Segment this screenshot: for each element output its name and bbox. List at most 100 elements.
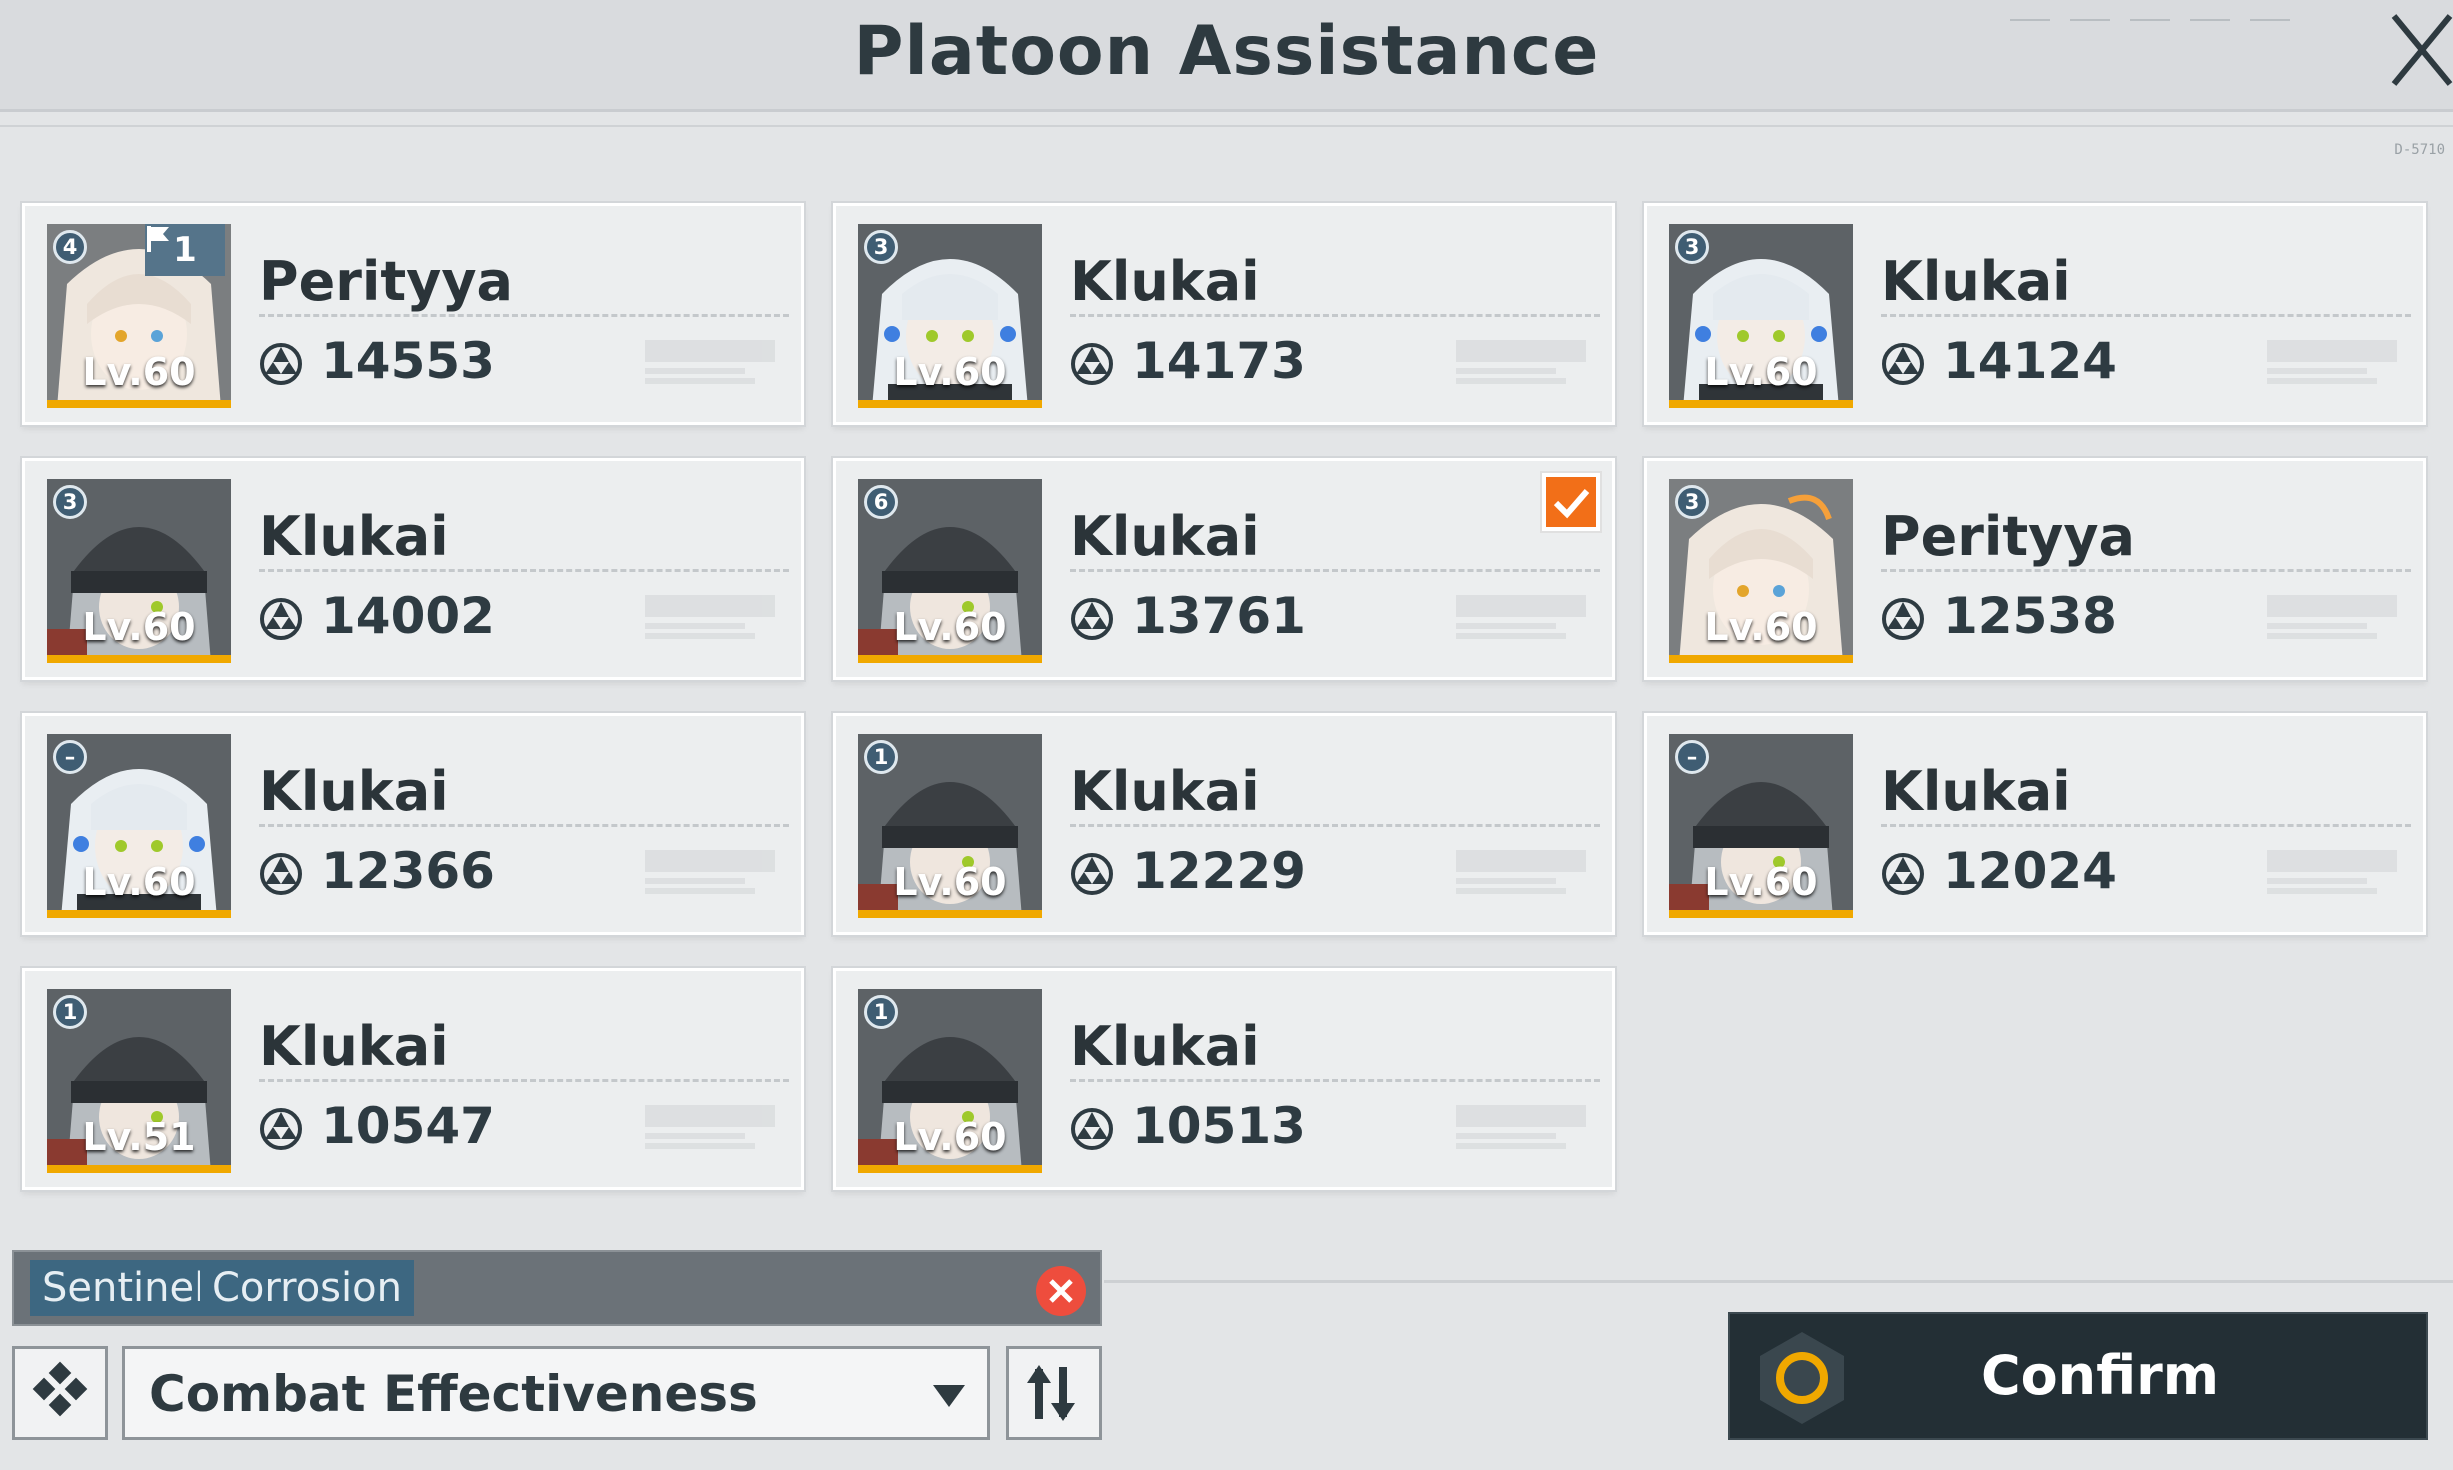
assistant-card[interactable]: Lv.60 3 Klukai 14002 <box>22 458 804 680</box>
level-label: Lv.60 <box>1704 350 1818 394</box>
character-name: Klukai <box>1881 250 2071 313</box>
rank-badge: 6 <box>864 485 898 519</box>
combat-power-icon <box>1882 598 1924 640</box>
avatar: Lv.60 3 <box>1669 479 1853 663</box>
filter-type-button[interactable] <box>12 1346 108 1440</box>
avatar: Lv.60 6 <box>858 479 1042 663</box>
flag-count: 1 <box>173 230 197 270</box>
sort-order-button[interactable] <box>1006 1346 1102 1440</box>
checkmark-icon <box>1553 489 1590 519</box>
assistant-card[interactable]: Lv.60 3 Perityya 12538 <box>1644 458 2426 680</box>
assistant-card[interactable]: Lv.60 1 Klukai 12229 <box>833 713 1615 935</box>
combat-power-value: 10547 <box>321 1097 495 1155</box>
clear-filter-button[interactable] <box>1036 1266 1086 1316</box>
combat-power-value: 14173 <box>1132 332 1306 390</box>
level-bar <box>47 655 231 663</box>
flag-icon <box>147 226 169 252</box>
avatar: Lv.60 3 <box>858 224 1042 408</box>
close-icon <box>2391 14 2453 86</box>
avatar: Lv.51 1 <box>47 989 231 1173</box>
decorative-stamp <box>1456 1105 1586 1149</box>
level-bar <box>858 910 1042 918</box>
level-label: Lv.60 <box>893 350 1007 394</box>
divider <box>259 569 789 572</box>
decorative-stamp <box>645 850 775 894</box>
level-label: Lv.60 <box>893 1115 1007 1159</box>
rank-badge: 1 <box>864 740 898 774</box>
combat-power-icon <box>1882 343 1924 385</box>
combat-power-value: 13761 <box>1132 587 1306 645</box>
assistant-card[interactable]: Lv.60 – Klukai 12366 <box>22 713 804 935</box>
divider <box>1070 1079 1600 1082</box>
page-title: Platoon Assistance <box>853 12 1600 91</box>
character-name: Klukai <box>259 505 449 568</box>
character-name: Klukai <box>1881 760 2071 823</box>
decorative-stamp <box>2267 340 2397 384</box>
assistant-card[interactable]: Lv.60 4 1 Perityya 14553 <box>22 203 804 425</box>
character-name: Klukai <box>1070 1015 1260 1078</box>
sort-dropdown[interactable]: Combat Effectiveness <box>122 1346 990 1440</box>
divider <box>259 1079 789 1082</box>
character-name: Klukai <box>1070 250 1260 313</box>
decorative-stamp <box>645 1105 775 1149</box>
decorative-stamp <box>2267 850 2397 894</box>
combat-power-icon <box>260 343 302 385</box>
assistant-card[interactable]: Lv.60 3 Klukai 14124 <box>1644 203 2426 425</box>
assistant-card[interactable]: Lv.60 1 Klukai 10513 <box>833 968 1615 1190</box>
character-name: Perityya <box>259 250 513 313</box>
close-button[interactable] <box>2380 6 2453 96</box>
filter-tag-sentinel[interactable]: Sentinel <box>30 1260 218 1316</box>
rank-badge: 3 <box>1675 230 1709 264</box>
active-filter-bar: Sentinel Corrosion <box>12 1250 1102 1326</box>
rank-badge: 1 <box>864 995 898 1029</box>
combat-power-icon <box>260 1108 302 1150</box>
divider <box>1881 569 2411 572</box>
combat-power-icon <box>260 853 302 895</box>
rank-badge: 3 <box>864 230 898 264</box>
combat-power-icon <box>1071 343 1113 385</box>
avatar: Lv.60 1 <box>858 989 1042 1173</box>
combat-power-value: 12229 <box>1132 842 1306 900</box>
level-label: Lv.60 <box>82 860 196 904</box>
combat-power-icon <box>1071 853 1113 895</box>
filter-tag-corrosion[interactable]: Corrosion <box>200 1260 414 1316</box>
rank-badge: – <box>53 740 87 774</box>
divider <box>1070 569 1600 572</box>
avatar: Lv.60 3 <box>47 479 231 663</box>
confirm-button[interactable]: Confirm <box>1728 1312 2428 1440</box>
level-bar <box>47 910 231 918</box>
divider <box>1070 824 1600 827</box>
divider <box>259 314 789 317</box>
avatar: Lv.60 – <box>1669 734 1853 918</box>
level-bar <box>47 400 231 408</box>
level-bar <box>47 1165 231 1173</box>
character-name: Klukai <box>1070 505 1260 568</box>
level-label: Lv.60 <box>82 605 196 649</box>
level-bar <box>1669 910 1853 918</box>
rank-badge: 3 <box>53 485 87 519</box>
rank-badge: 3 <box>1675 485 1709 519</box>
assistant-card[interactable]: Lv.60 – Klukai 12024 <box>1644 713 2426 935</box>
avatar: Lv.60 – <box>47 734 231 918</box>
diamond-grid-icon <box>32 1361 88 1417</box>
avatar: Lv.60 4 1 <box>47 224 231 408</box>
selected-checkbox[interactable] <box>1542 473 1600 531</box>
assistant-card[interactable]: Lv.60 3 Klukai 14173 <box>833 203 1615 425</box>
level-label: Lv.60 <box>1704 860 1818 904</box>
level-bar <box>858 655 1042 663</box>
level-label: Lv.60 <box>82 350 196 394</box>
decorative-stamp <box>645 340 775 384</box>
flag-badge: 1 <box>145 224 225 276</box>
combat-power-value: 12024 <box>1943 842 2117 900</box>
assistant-card[interactable]: Lv.60 6 Klukai 13761 <box>833 458 1615 680</box>
combat-power-icon <box>1071 1108 1113 1150</box>
title-bar: Platoon Assistance <box>0 0 2453 112</box>
decorative-stamp <box>1456 340 1586 384</box>
level-bar <box>858 1165 1042 1173</box>
rank-badge: 4 <box>53 230 87 264</box>
character-name: Klukai <box>259 760 449 823</box>
level-label: Lv.60 <box>893 860 1007 904</box>
assistant-card[interactable]: Lv.51 1 Klukai 10547 <box>22 968 804 1190</box>
character-name: Perityya <box>1881 505 2135 568</box>
divider <box>1881 824 2411 827</box>
